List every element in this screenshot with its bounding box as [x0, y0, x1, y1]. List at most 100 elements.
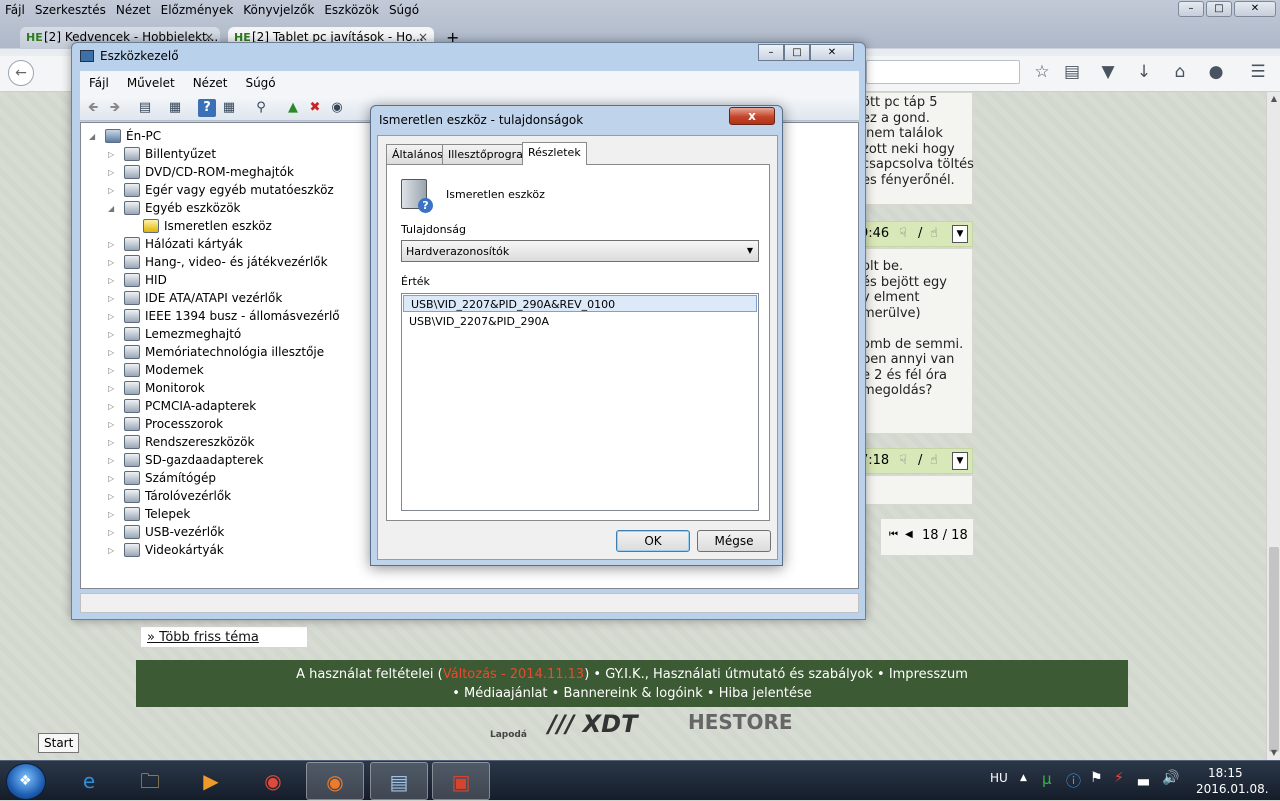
show-hidden-icons[interactable]: ▲: [1020, 773, 1027, 783]
expand-icon[interactable]: ▷: [108, 510, 118, 519]
scroll-down-icon[interactable]: ▼: [1267, 748, 1280, 757]
tree-item[interactable]: ▷ HID: [108, 271, 167, 289]
tab-general[interactable]: Általános: [386, 144, 449, 164]
update-driver-icon[interactable]: ▲: [284, 99, 302, 117]
language-indicator[interactable]: HU: [990, 771, 1008, 785]
power-icon[interactable]: ⚡: [1114, 770, 1124, 786]
tab-details[interactable]: Részletek: [522, 142, 587, 165]
scan-hardware-icon[interactable]: ⚲: [252, 99, 270, 117]
expand-icon[interactable]: ▷: [108, 528, 118, 537]
tree-item[interactable]: ▷ Hálózati kártyák: [108, 235, 243, 253]
thumbs-down-icon[interactable]: ☟: [899, 226, 907, 241]
info-icon[interactable]: ⓘ: [1066, 770, 1081, 791]
terms-link[interactable]: A használat feltételei (: [296, 667, 443, 682]
bookmark-star-icon[interactable]: ☆: [1031, 62, 1053, 82]
menu-help[interactable]: Súgó: [384, 0, 424, 22]
media-player-icon[interactable]: ▶: [182, 762, 240, 800]
tree-item[interactable]: ▷ Videokártyák: [108, 541, 224, 559]
view-icon[interactable]: ▦: [220, 99, 238, 117]
hamburger-menu-icon[interactable]: ☰: [1247, 62, 1269, 82]
menu-edit[interactable]: Szerkesztés: [30, 0, 111, 22]
footer-links[interactable]: ) • GY.I.K., Használati útmutató és szab…: [584, 667, 968, 682]
device-manager-taskbar-icon[interactable]: ▤: [370, 762, 428, 800]
tree-item[interactable]: ▷ IEEE 1394 busz - állomásvezérlő: [108, 307, 340, 325]
tree-item[interactable]: ▷ Modemek: [108, 361, 204, 379]
utorrent-icon[interactable]: µ: [1042, 770, 1052, 788]
tree-item[interactable]: ▷ Lemezmeghajtó: [108, 325, 241, 343]
terms-change-date[interactable]: Változás - 2014.11.13: [443, 667, 584, 682]
tree-item[interactable]: ▷ Telepek: [108, 505, 190, 523]
cancel-button[interactable]: Mégse: [697, 530, 771, 552]
tree-item[interactable]: ▷ Billentyűzet: [108, 145, 216, 163]
expand-icon[interactable]: ▷: [108, 312, 118, 321]
first-page-icon[interactable]: ⏮: [889, 529, 898, 540]
dialog-close-button[interactable]: x: [729, 107, 775, 125]
expand-icon[interactable]: ▷: [108, 294, 118, 303]
properties-icon[interactable]: ▦: [166, 99, 184, 117]
expand-icon[interactable]: ▷: [108, 240, 118, 249]
uninstall-icon[interactable]: ✖: [306, 99, 324, 117]
expand-icon[interactable]: ▷: [108, 384, 118, 393]
chrome-icon[interactable]: ◉: [244, 762, 302, 800]
expand-icon[interactable]: ▷: [108, 366, 118, 375]
collapse-icon[interactable]: ◢: [89, 132, 99, 141]
ok-button[interactable]: OK: [616, 530, 690, 552]
menu-file[interactable]: Fájl: [0, 0, 30, 22]
lapoda-logo[interactable]: Lapodá: [490, 730, 527, 740]
start-button[interactable]: ❖: [6, 763, 46, 800]
thumbs-up-icon[interactable]: ☝: [930, 453, 938, 468]
tree-item[interactable]: ▷ Számítógép: [108, 469, 216, 487]
expand-icon[interactable]: ▷: [108, 492, 118, 501]
pocket-icon[interactable]: ▼: [1097, 62, 1119, 82]
tree-item[interactable]: ▷ Monitorok: [108, 379, 205, 397]
thumbs-up-icon[interactable]: ☝: [930, 226, 938, 241]
post-menu-dropdown[interactable]: ▼: [952, 225, 968, 243]
menu-view[interactable]: Nézet: [111, 0, 156, 22]
disable-device-icon[interactable]: ◉: [328, 99, 346, 117]
expand-icon[interactable]: ◢: [108, 204, 118, 213]
show-hide-tree-icon[interactable]: ▤: [136, 99, 154, 117]
clock-date[interactable]: 2016.01.08.: [1196, 782, 1269, 796]
hestore-logo[interactable]: HESTORE: [688, 710, 793, 734]
tree-item[interactable]: ▷ USB-vezérlők: [108, 523, 224, 541]
page-scrollbar[interactable]: ▲ ▼: [1266, 92, 1280, 760]
xdt-logo[interactable]: /// XDT: [548, 710, 637, 738]
file-explorer-icon[interactable]: 🗀: [121, 762, 179, 800]
maximize-button[interactable]: □: [784, 44, 810, 61]
post-menu-dropdown[interactable]: ▼: [952, 452, 968, 470]
menu-tools[interactable]: Eszközök: [319, 0, 384, 22]
property-select[interactable]: Hardverazonosítók ▼: [401, 240, 759, 262]
tree-item[interactable]: ▷ Hang-, video- és játékvezérlők: [108, 253, 328, 271]
menu-action[interactable]: Művelet: [118, 71, 184, 95]
expand-icon[interactable]: ▷: [108, 150, 118, 159]
tree-item[interactable]: ▷ PCMCIA-adapterek: [108, 397, 256, 415]
tree-root[interactable]: ◢ Én-PC: [89, 127, 161, 145]
internet-explorer-icon[interactable]: e: [60, 762, 118, 800]
minimize-button[interactable]: –: [758, 44, 784, 61]
bookmarks-list-icon[interactable]: ▤: [1061, 62, 1083, 82]
expand-icon[interactable]: ▷: [108, 258, 118, 267]
thumbs-down-icon[interactable]: ☟: [899, 453, 907, 468]
minimize-button[interactable]: –: [1178, 1, 1204, 17]
home-icon[interactable]: ⌂: [1169, 62, 1191, 82]
downloads-icon[interactable]: ↓: [1133, 62, 1155, 82]
tree-item[interactable]: ▷ DVD/CD-ROM-meghajtók: [108, 163, 294, 181]
expand-icon[interactable]: ▷: [108, 420, 118, 429]
help-icon[interactable]: ?: [198, 99, 216, 117]
toolbox-icon[interactable]: ▣: [432, 762, 490, 800]
more-topics-link[interactable]: » Több friss téma: [140, 626, 308, 648]
menu-view[interactable]: Nézet: [184, 71, 237, 95]
scrollbar-thumb[interactable]: [1269, 547, 1279, 752]
menu-history[interactable]: Előzmények: [156, 0, 239, 22]
expand-icon[interactable]: ▷: [108, 546, 118, 555]
tree-item[interactable]: ▷ Tárolóvezérlők: [108, 487, 231, 505]
back-arrow-icon[interactable]: 🡸: [84, 99, 102, 117]
expand-icon[interactable]: ▷: [108, 168, 118, 177]
clock-time[interactable]: 18:15: [1208, 766, 1243, 780]
volume-icon[interactable]: 🔊: [1162, 770, 1179, 786]
expand-icon[interactable]: ▷: [108, 348, 118, 357]
value-list[interactable]: USB\VID_2207&PID_290A&REV_0100 USB\VID_2…: [401, 293, 759, 511]
maximize-button[interactable]: □: [1206, 1, 1232, 17]
expand-icon[interactable]: ▷: [108, 330, 118, 339]
action-center-flag-icon[interactable]: ⚑: [1090, 770, 1103, 786]
